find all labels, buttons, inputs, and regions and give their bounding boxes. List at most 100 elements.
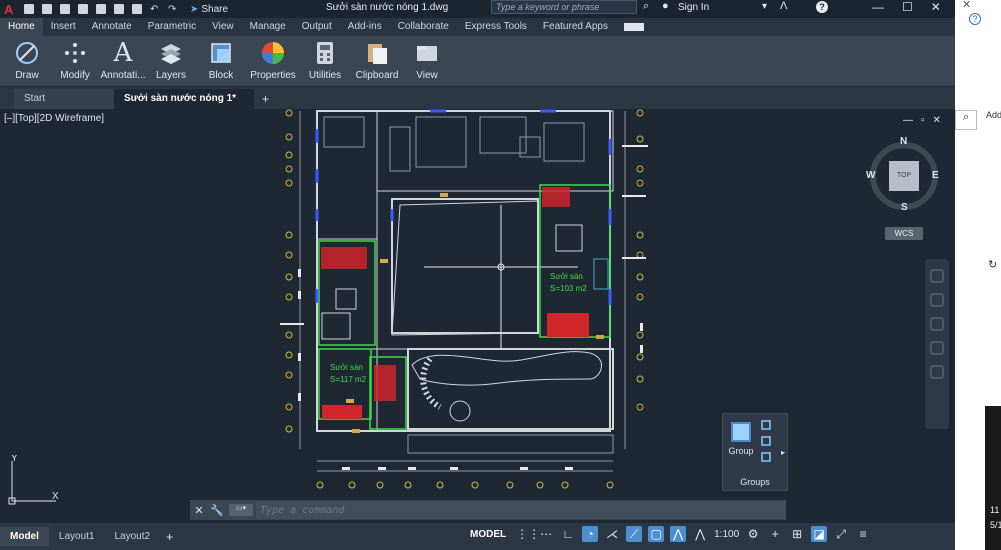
autocad-window: A ↶ ↷ ➤ Share Sưởi sàn nước nóng 1.dwg T… (0, 0, 1001, 550)
tab-view[interactable]: View (204, 18, 242, 36)
save-as-icon[interactable] (78, 4, 88, 14)
quick-properties-icon[interactable]: ◪ (811, 526, 828, 542)
group-button[interactable]: Group (727, 422, 755, 456)
clean-screen-icon[interactable]: ⤢ (833, 526, 849, 542)
plot-icon[interactable] (132, 4, 142, 14)
share-button[interactable]: ➤ Share (190, 4, 228, 15)
tab-insert[interactable]: Insert (43, 18, 84, 36)
adjacent-close-icon[interactable]: ✕ (962, 0, 971, 11)
new-tab-icon[interactable]: + (262, 89, 269, 109)
command-customize-icon[interactable]: 🔧 (208, 504, 226, 517)
layers-icon (158, 40, 184, 66)
group-expand-icon[interactable]: ▸ (781, 448, 785, 457)
adjacent-refresh-icon[interactable]: ↻ (988, 258, 997, 271)
adjacent-help-icon[interactable]: ? (969, 13, 981, 25)
tab-home[interactable]: Home (0, 18, 43, 36)
adjacent-search-icon[interactable]: ⌕ (955, 110, 977, 130)
maximize-icon[interactable]: ☐ (902, 0, 913, 14)
polar-icon[interactable]: ◔ (582, 526, 599, 542)
isodraft-icon[interactable]: ⋌ (604, 526, 620, 542)
open-web-icon[interactable] (96, 4, 106, 14)
snap-icon[interactable]: ⋯ (538, 526, 554, 542)
group-edit-icon[interactable] (761, 436, 771, 446)
redo-icon[interactable]: ↷ (168, 4, 178, 15)
utilities-button[interactable]: Utilities (300, 36, 350, 84)
status-toggles: MODEL ⋮⋮ ⋯ ∟ ◔ ⋌ ⟋ ▢ ⋀ ⋀ 1:100 ⚙ + ⊞ ◪ ⤢… (466, 526, 871, 542)
document-tabs: Start Sưởi sàn nước nóng 1* + (0, 87, 955, 109)
tab-parametric[interactable]: Parametric (140, 18, 204, 36)
close-icon[interactable]: ✕ (931, 0, 941, 14)
showmotion-icon[interactable] (930, 365, 944, 379)
search-icon[interactable]: ⌕ (643, 0, 649, 13)
clipboard-button[interactable]: Clipboard (352, 36, 402, 84)
view-button[interactable]: View (404, 36, 450, 84)
tab-manage[interactable]: Manage (242, 18, 294, 36)
annotation-scale-value[interactable]: 1:100 (714, 529, 739, 540)
tab-add-ins[interactable]: Add-ins (340, 18, 390, 36)
properties-button[interactable]: Properties (248, 36, 298, 84)
draw-button[interactable]: Draw (4, 36, 50, 84)
tab-layout2[interactable]: Layout2 (104, 527, 160, 546)
open-file-icon[interactable] (42, 4, 52, 14)
view-icon (414, 40, 440, 66)
tab-collaborate[interactable]: Collaborate (390, 18, 457, 36)
osnap-tracking-icon[interactable]: ⟋ (626, 526, 643, 542)
units-icon[interactable]: ⊞ (789, 526, 805, 542)
annotation-visibility-icon[interactable]: ⋀ (692, 526, 708, 542)
tab-annotate[interactable]: Annotate (84, 18, 140, 36)
search-input[interactable]: Type a keyword or phrase (491, 0, 637, 14)
tab-start[interactable]: Start (14, 89, 114, 109)
viewcube[interactable]: TOP N S E W (866, 136, 942, 214)
new-layout-icon[interactable]: + (166, 530, 173, 544)
compass-west[interactable]: W (866, 170, 875, 181)
viewcube-top-face[interactable]: TOP (889, 161, 919, 191)
command-close-icon[interactable]: ✕ (190, 504, 208, 517)
grid-icon[interactable]: ⋮⋮ (516, 526, 540, 542)
tab-layout1[interactable]: Layout1 (49, 527, 105, 546)
command-input[interactable] (256, 501, 786, 519)
pan-icon[interactable] (930, 293, 944, 307)
autodesk-app-icon[interactable]: Ʌ (780, 0, 787, 12)
tab-express-tools[interactable]: Express Tools (457, 18, 535, 36)
zoom-extents-icon[interactable] (930, 317, 944, 331)
osnap-icon[interactable]: ▢ (648, 526, 665, 542)
tab-model[interactable]: Model (0, 527, 49, 546)
sign-in-link[interactable]: Sign In (678, 2, 709, 13)
customization-menu-icon[interactable]: ≡ (855, 526, 871, 542)
ortho-icon[interactable]: ∟ (560, 526, 576, 542)
group-select-icon[interactable] (761, 452, 771, 462)
wcs-menu[interactable]: WCS (885, 227, 923, 240)
modify-button[interactable]: Modify (52, 36, 98, 84)
block-button[interactable]: Block (196, 36, 246, 84)
layers-button[interactable]: Layers (148, 36, 194, 84)
orbit-icon[interactable] (930, 341, 944, 355)
undo-icon[interactable]: ↶ (150, 4, 160, 15)
annotation-icon: A (113, 38, 133, 68)
compass-south[interactable]: S (901, 202, 908, 213)
model-space-button[interactable]: MODEL (466, 527, 510, 542)
annotation-scale-icon[interactable]: ⋀ (670, 526, 687, 542)
ribbon-minimize-toggle[interactable] (623, 23, 644, 31)
svg-text:Y: Y (11, 455, 18, 464)
save-web-icon[interactable] (114, 4, 124, 14)
autocad-logo-icon[interactable]: A (4, 2, 20, 17)
save-icon[interactable] (60, 4, 70, 14)
cart-icon[interactable]: ▾ (762, 1, 767, 12)
help-icon[interactable]: ? (816, 1, 828, 13)
minimize-icon[interactable]: — (872, 0, 884, 14)
compass-north[interactable]: N (900, 136, 907, 147)
new-file-icon[interactable] (24, 4, 34, 14)
annotation-monitor-icon[interactable]: + (767, 526, 783, 542)
compass-east[interactable]: E (932, 170, 939, 181)
drawing-area[interactable]: [–][Top][2D Wireframe] — ▫ ✕ Sưởi sàn S=… (0, 109, 955, 523)
tab-featured-apps[interactable]: Featured Apps (535, 18, 616, 36)
clipboard-label: Clipboard (355, 70, 399, 81)
status-bar: Model Layout1 Layout2 + MODEL ⋮⋮ ⋯ ∟ ◔ ⋌… (0, 523, 955, 550)
annotation-button[interactable]: A Annotati... (100, 36, 146, 84)
command-history-icon[interactable]: ▭▾ (229, 504, 253, 516)
tab-current-drawing[interactable]: Sưởi sàn nước nóng 1* (114, 89, 254, 109)
tab-output[interactable]: Output (294, 18, 340, 36)
ungroup-icon[interactable] (761, 420, 771, 430)
workspace-gear-icon[interactable]: ⚙ (745, 526, 761, 542)
steering-wheel-icon[interactable] (930, 269, 944, 283)
